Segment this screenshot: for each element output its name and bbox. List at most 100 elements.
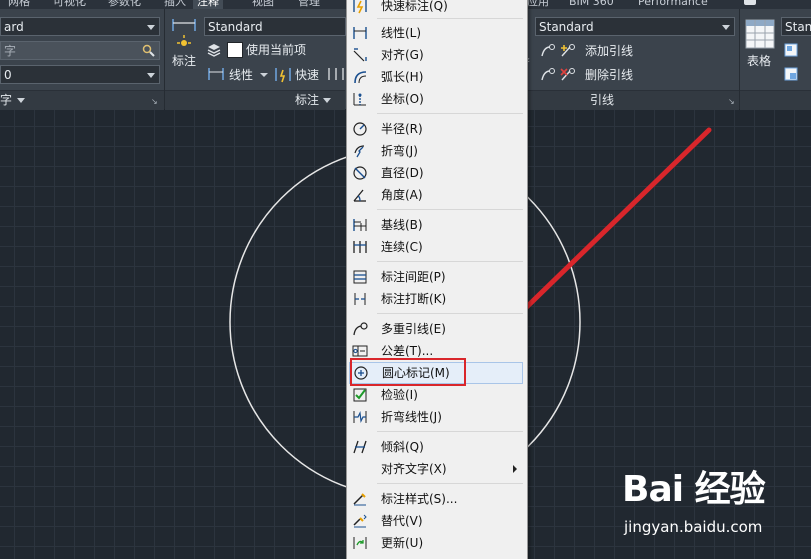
text-panel-title: 字 [0, 93, 13, 107]
tab-apps[interactable]: 应用 [527, 0, 549, 9]
diameter-icon [353, 166, 367, 180]
baidu-jingyan-watermark: Bai 经验 jingyan.baidu.com [618, 468, 808, 556]
tab-visualize[interactable]: 可视化 [53, 0, 86, 9]
menu-item-label: 直径(D) [381, 166, 424, 180]
find-text-icon[interactable] [142, 44, 156, 57]
menu-separator [377, 209, 523, 210]
linear-button-label[interactable]: 线性 [229, 68, 253, 82]
remove-leader-label[interactable]: 删除引线 [585, 68, 633, 82]
chevron-down-icon [147, 73, 155, 78]
menu-item-label: 标注打断(K) [381, 292, 447, 306]
text-style-dropdown[interactable]: ard [0, 17, 160, 36]
extract-data-icon[interactable] [784, 43, 798, 57]
menu-item-dim-style[interactable]: 标注样式(S)... [347, 488, 525, 510]
watermark-url: jingyan.baidu.com [624, 518, 763, 536]
tab-insert[interactable]: 插入 [164, 0, 186, 9]
menu-item-diameter[interactable]: 直径(D) [347, 162, 525, 184]
dimension-icon[interactable] [171, 17, 197, 49]
radius-icon [353, 122, 367, 136]
menu-item-jogged-linear[interactable]: 折弯线性(J) [347, 406, 525, 428]
update-icon [353, 537, 367, 549]
menu-item-label: 折弯(J) [381, 144, 418, 158]
linear-dim-icon [353, 27, 367, 39]
text-height-dropdown[interactable]: 0 [0, 65, 160, 84]
dim-panel-footer[interactable]: 标注 [165, 90, 345, 110]
menu-item-linear-dim[interactable]: 线性(L) [347, 22, 525, 44]
submenu-arrow-icon [513, 465, 517, 473]
menu-item-dim-break[interactable]: 标注打断(K) [347, 288, 525, 310]
menu-item-baseline[interactable]: 基线(B) [347, 214, 525, 236]
chevron-down-icon [147, 25, 155, 30]
layer-icon [207, 44, 221, 57]
menu-item-continue[interactable]: 连续(C) [347, 236, 525, 258]
text-style-value: ard [4, 20, 24, 34]
continue-dim-icon[interactable] [327, 67, 345, 81]
dim-layer-label[interactable]: 使用当前项 [246, 43, 306, 57]
text-search-field[interactable]: 字 [0, 41, 160, 60]
mleader-icon [353, 322, 368, 336]
add-leader-icon[interactable] [540, 43, 580, 58]
dim-panel-title: 标注 [295, 93, 320, 107]
menu-item-inspect[interactable]: 检验(I) [347, 384, 525, 406]
add-leader-label[interactable]: 添加引线 [585, 44, 633, 58]
mleader-style-dropdown[interactable]: Standard [535, 17, 735, 36]
menu-item-label: 弧长(H) [381, 70, 424, 84]
text-height-value: 0 [4, 68, 12, 82]
link-data-icon[interactable] [784, 67, 798, 81]
menu-item-arc-length[interactable]: 弧长(H) [347, 66, 525, 88]
menu-item-jogged[interactable]: 折弯(J) [347, 140, 525, 162]
tab-view[interactable]: 视图 [252, 0, 274, 9]
leader-panel-footer[interactable]: 引线 ↘ [526, 90, 739, 110]
table-style-dropdown[interactable]: Standa [781, 17, 811, 36]
menu-item-override[interactable]: 替代(V) [347, 510, 525, 532]
menu-separator [377, 261, 523, 262]
chevron-down-icon [17, 98, 25, 103]
menu-item-angle[interactable]: 角度(A) [347, 184, 525, 206]
quick-dim-icon[interactable] [274, 67, 292, 83]
menu-item-label: 快速标注(Q) [381, 0, 448, 13]
menu-item-label: 检验(I) [381, 388, 418, 402]
menu-item-label: 对齐文字(X) [381, 462, 447, 476]
menu-item-update[interactable]: 更新(U) [347, 532, 525, 554]
text-panel-footer[interactable]: 字 ↘ [0, 90, 164, 110]
dim-style-value: Standard [208, 20, 263, 34]
menu-item-label: 坐标(O) [381, 92, 424, 106]
tab-bim360[interactable]: BIM 360 [569, 0, 614, 9]
table-button-label[interactable]: 表格 [747, 54, 771, 68]
dimension-menu: 快速标注(Q) 线性(L) 对齐(G) 弧长(H) 坐标(O) 半径(R) 折弯(J) 直径… [346, 0, 528, 559]
menu-item-ordinate[interactable]: 坐标(O) [347, 88, 525, 110]
menu-item-label: 更新(U) [381, 536, 424, 550]
jogged-icon [354, 145, 365, 158]
watermark-logo: Bai 经验 [622, 469, 766, 510]
leader-panel-title: 引线 [590, 93, 615, 107]
oblique-icon [353, 440, 367, 454]
menu-item-align-text[interactable]: 对齐文字(X) [347, 458, 525, 480]
tab-annotate[interactable]: 注释 [193, 0, 223, 9]
quick-button-label[interactable]: 快速 [295, 68, 319, 82]
tab-mesh[interactable]: 网格 [8, 0, 30, 9]
linear-dim-icon[interactable] [207, 67, 225, 81]
dimension-button-label[interactable]: 标注 [172, 54, 196, 68]
dialog-launcher-icon[interactable]: ↘ [151, 92, 158, 111]
tab-manage[interactable]: 管理 [298, 0, 320, 9]
remove-leader-icon[interactable] [540, 67, 580, 82]
continue-icon [353, 241, 367, 253]
menu-item-quick-dimension[interactable]: 快速标注(Q) [347, 0, 525, 17]
menu-item-mleader[interactable]: 多重引线(E) [347, 318, 525, 340]
dim-style-dropdown[interactable]: Standard [204, 17, 346, 36]
tab-parametric[interactable]: 参数化 [108, 0, 141, 9]
app-switcher-icon[interactable] [744, 0, 756, 5]
dialog-launcher-icon[interactable]: ↘ [728, 92, 735, 111]
table-icon[interactable] [745, 19, 775, 49]
menu-item-radius[interactable]: 半径(R) [347, 118, 525, 140]
menu-item-aligned-dim[interactable]: 对齐(G) [347, 44, 525, 66]
override-icon [353, 514, 367, 528]
menu-item-oblique[interactable]: 倾斜(Q) [347, 436, 525, 458]
chevron-down-icon[interactable] [260, 73, 268, 77]
autocad-window: 网格 可视化 参数化 插入 注释 视图 管理 应用 BIM 360 Perfor… [0, 0, 811, 559]
menu-item-label: 对齐(G) [381, 48, 424, 62]
menu-item-dim-space[interactable]: 标注间距(P) [347, 266, 525, 288]
quick-dim-icon [353, 0, 367, 14]
tab-performance[interactable]: Performance [638, 0, 708, 9]
layer-color-swatch[interactable] [227, 42, 243, 58]
